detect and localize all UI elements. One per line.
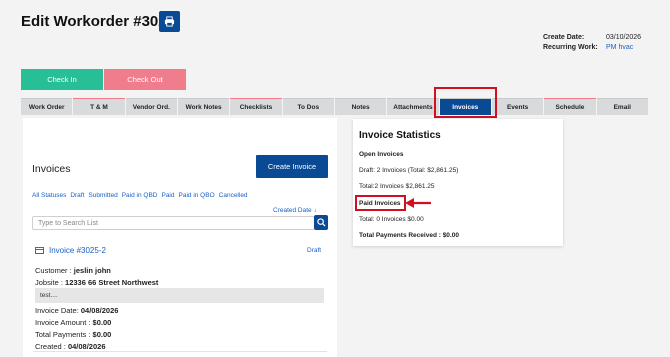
invoice-amount-line: Invoice Amount : $0.00 bbox=[35, 318, 111, 327]
draft-invoices-line: Draft: 2 Invoices (Total: $2,861.25) bbox=[359, 167, 459, 174]
create-invoice-button[interactable]: Create Invoice bbox=[256, 155, 328, 178]
page-title: Edit Workorder #3025 bbox=[21, 13, 175, 30]
invoice-date-value: 04/08/2026 bbox=[80, 306, 119, 315]
check-out-button[interactable]: Check Out bbox=[104, 69, 186, 90]
invoices-heading: Invoices bbox=[32, 163, 71, 175]
total-payments-value: $0.00 bbox=[92, 330, 112, 339]
created-line: Created : 04/08/2026 bbox=[35, 342, 106, 351]
filter-paid-in-qbd[interactable]: Paid in QBD bbox=[122, 192, 158, 199]
jobsite-value: 12336 66 Street Northwest bbox=[65, 278, 159, 287]
invoice-date-label: Invoice Date: bbox=[35, 306, 79, 315]
invoice-note: test.... bbox=[35, 288, 324, 303]
tab-email[interactable]: Email bbox=[596, 98, 648, 115]
invoice-date-line: Invoice Date: 04/08/2026 bbox=[35, 306, 118, 315]
open-invoices-heading: Open Invoices bbox=[359, 151, 404, 158]
recurring-work-link[interactable]: PM hvac bbox=[606, 43, 633, 53]
invoices-panel: Invoices Create Invoice All Statuses Dra… bbox=[23, 118, 337, 357]
tab-to-dos[interactable]: To Dos bbox=[282, 98, 334, 115]
filter-submitted[interactable]: Submitted bbox=[88, 192, 117, 199]
card-divider bbox=[33, 351, 327, 352]
tab-notes[interactable]: Notes bbox=[334, 98, 387, 115]
total-payments-label: Total Payments : bbox=[35, 330, 91, 339]
open-total-line: Total:2 Invoices $2,861.25 bbox=[359, 183, 435, 190]
workorder-tabs: Work Order T & M Vendor Ord. Work Notes … bbox=[21, 98, 649, 115]
filter-paid-in-qbo[interactable]: Paid in QBO bbox=[179, 192, 215, 199]
customer-line: Customer : jeslin john bbox=[35, 266, 111, 275]
payments-received-line: Total Payments Received : $0.00 bbox=[359, 232, 459, 239]
workorder-meta: Create Date: 03/10/2026 Recurring Work: PM… bbox=[543, 33, 641, 53]
jobsite-line: Jobsite : 12336 66 Street Northwest bbox=[35, 278, 158, 287]
open-total-text: Total:2 Invoices $2,861.25 bbox=[359, 183, 435, 190]
tab-attachments[interactable]: Attachments bbox=[387, 98, 439, 115]
invoice-card-icon bbox=[35, 247, 44, 254]
tab-schedule[interactable]: Schedule bbox=[544, 98, 596, 115]
invoice-amount-label: Invoice Amount : bbox=[35, 318, 91, 327]
filter-draft[interactable]: Draft bbox=[70, 192, 84, 199]
filter-paid[interactable]: Paid bbox=[161, 192, 174, 199]
invoice-amount-value: $0.00 bbox=[92, 318, 112, 327]
paid-total-line: Total: 0 Invoices $0.00 bbox=[359, 216, 424, 223]
invoice-number-link[interactable]: Invoice #3025-2 bbox=[49, 246, 106, 255]
jobsite-label: Jobsite : bbox=[35, 278, 63, 287]
customer-label: Customer : bbox=[35, 266, 72, 275]
total-payments-line: Total Payments : $0.00 bbox=[35, 330, 111, 339]
printer-icon bbox=[164, 16, 175, 27]
customer-value: jeslin john bbox=[73, 266, 111, 275]
tab-work-notes[interactable]: Work Notes bbox=[177, 98, 230, 115]
invoice-statistics-panel: Invoice Statistics Open Invoices Draft: … bbox=[353, 119, 563, 246]
check-in-button[interactable]: Check In bbox=[21, 69, 103, 90]
statistics-title: Invoice Statistics bbox=[359, 130, 441, 141]
print-button[interactable] bbox=[159, 11, 180, 32]
tab-t-and-m[interactable]: T & M bbox=[73, 98, 125, 115]
paid-invoices-highlight bbox=[355, 195, 406, 211]
created-label: Created : bbox=[35, 342, 66, 351]
tab-vendor-orders[interactable]: Vendor Ord. bbox=[125, 98, 177, 115]
created-value: 04/08/2026 bbox=[67, 342, 106, 351]
search-icon bbox=[316, 218, 326, 227]
tab-work-order[interactable]: Work Order bbox=[21, 98, 73, 115]
filter-cancelled[interactable]: Cancelled bbox=[219, 192, 248, 199]
tab-checklists[interactable]: Checklists bbox=[230, 98, 282, 115]
create-date-label: Create Date: bbox=[543, 34, 585, 41]
filter-all-statuses[interactable]: All Statuses bbox=[32, 192, 66, 199]
invoices-tab-highlight bbox=[434, 87, 497, 118]
invoice-status-badge: Draft bbox=[307, 247, 322, 254]
recurring-work-label: Recurring Work: bbox=[543, 44, 598, 51]
create-date-value: 03/10/2026 bbox=[606, 34, 642, 41]
status-filters: All Statuses Draft Submitted Paid in QBD… bbox=[32, 192, 248, 199]
tab-events[interactable]: Events bbox=[491, 98, 544, 115]
sort-created-date[interactable]: Created Date ↓ bbox=[273, 207, 317, 214]
search-button[interactable] bbox=[314, 215, 328, 230]
annotation-arrow-icon bbox=[405, 198, 431, 208]
search-input[interactable]: Type to Search List bbox=[32, 216, 315, 230]
